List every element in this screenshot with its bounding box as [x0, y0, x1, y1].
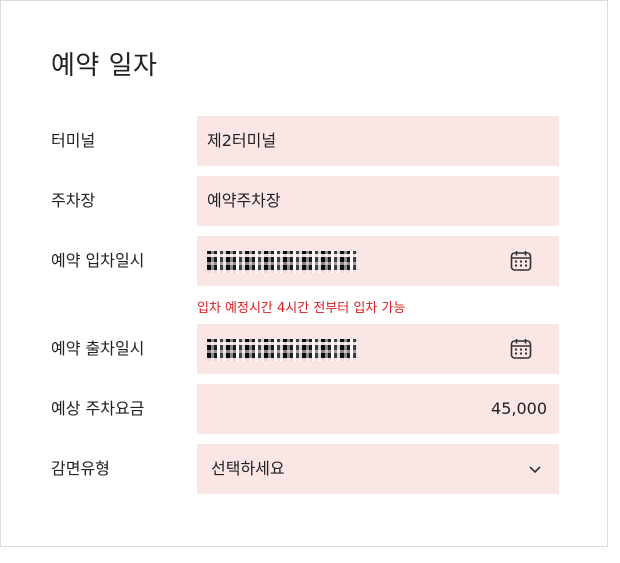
discount-type-label: 감면유형 [51, 459, 110, 478]
entry-datetime-value-masked [207, 251, 357, 273]
row-estimated-fee: 예상 주차요금 45,000 [1, 384, 601, 434]
row-discount-type: 감면유형 선택하세요 [1, 444, 601, 494]
entry-datetime-label: 예약 입차일시 [51, 251, 145, 270]
terminal-field[interactable]: 제2터미널 [197, 116, 559, 166]
calendar-icon[interactable] [509, 337, 533, 361]
parking-lot-field[interactable]: 예약주차장 [197, 176, 559, 226]
estimated-fee-value: 45,000 [491, 399, 547, 418]
terminal-label: 터미널 [51, 131, 96, 150]
parking-lot-label: 주차장 [51, 191, 96, 210]
row-terminal: 터미널 제2터미널 [1, 116, 601, 166]
discount-type-value: 선택하세요 [211, 459, 285, 478]
calendar-icon[interactable] [509, 249, 533, 273]
exit-datetime-field[interactable] [197, 324, 559, 374]
row-exit-datetime: 예약 출차일시 [1, 324, 601, 374]
estimated-fee-field: 45,000 [197, 384, 559, 434]
row-entry-datetime: 예약 입차일시 [1, 236, 601, 286]
discount-type-select[interactable]: 선택하세요 [197, 444, 559, 494]
estimated-fee-label: 예상 주차요금 [51, 399, 145, 418]
row-parking-lot: 주차장 예약주차장 [1, 176, 601, 226]
chevron-down-icon [527, 461, 543, 477]
exit-datetime-label: 예약 출차일시 [51, 339, 145, 358]
entry-datetime-field[interactable] [197, 236, 559, 286]
parking-lot-value: 예약주차장 [207, 191, 281, 210]
exit-datetime-value-masked [207, 339, 357, 361]
terminal-value: 제2터미널 [207, 131, 277, 150]
page-title: 예약 일자 [51, 51, 158, 81]
entry-hint-text: 입차 예정시간 4시간 전부터 입차 가능 [197, 301, 406, 316]
reservation-card: 예약 일자 터미널 제2터미널 주차장 예약주차장 예약 입차일시 입차 예정시… [0, 0, 608, 547]
